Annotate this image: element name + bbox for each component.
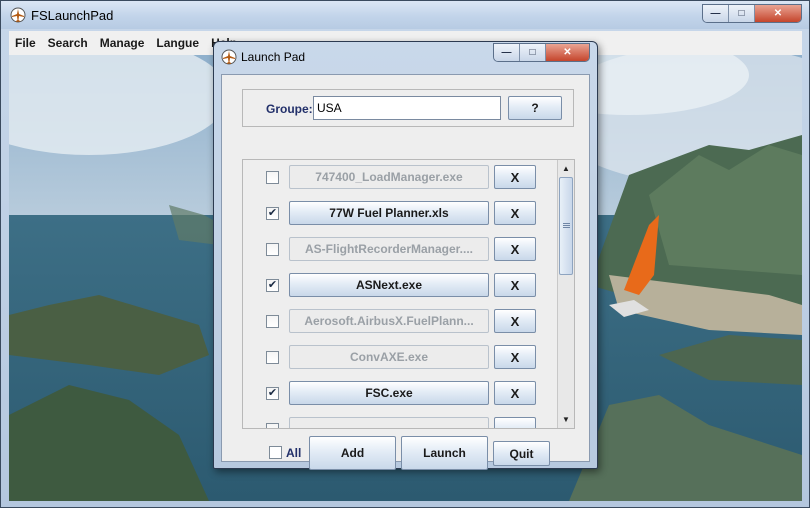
grip-line <box>563 223 570 224</box>
program-button[interactable]: ASNext.exe <box>289 273 489 297</box>
groupe-input[interactable] <box>313 96 501 120</box>
remove-item-button[interactable]: X <box>494 381 536 405</box>
scroll-thumb[interactable] <box>559 177 573 275</box>
program-button[interactable]: FSC.exe <box>289 381 489 405</box>
remove-item-button[interactable]: X <box>494 201 536 225</box>
dialog-close-button[interactable]: ✕ <box>546 44 589 61</box>
list-item: ✔ 77W Fuel Planner.xls X <box>243 196 559 232</box>
dialog-title: Launch Pad <box>241 50 306 64</box>
remove-item-button[interactable] <box>494 417 536 428</box>
program-button[interactable]: AS-FlightRecorderManager.... <box>289 237 489 261</box>
grip-line <box>563 227 570 228</box>
scroll-down-arrow-icon[interactable]: ▼ <box>558 411 574 427</box>
menu-manage[interactable]: Manage <box>94 36 151 50</box>
list-item: ConvAXE.exe X <box>243 340 559 376</box>
list-item: 747400_LoadManager.exe X <box>243 160 559 196</box>
launch-pad-dialog: Launch Pad — □ ✕ Groupe: ? 747400_LoadMa… <box>213 41 598 470</box>
dialog-window-controls: — □ ✕ <box>493 43 590 62</box>
remove-item-button[interactable]: X <box>494 273 536 297</box>
item-checkbox[interactable] <box>266 315 279 328</box>
minimize-button[interactable]: — <box>703 5 729 22</box>
list-item <box>243 412 559 428</box>
list-item: ✔ FSC.exe X <box>243 376 559 412</box>
window-title: FSLaunchPad <box>31 8 114 23</box>
program-button[interactable] <box>289 417 489 428</box>
groupe-panel: Groupe: ? <box>242 89 574 127</box>
launch-button[interactable]: Launch <box>401 436 488 470</box>
grip-line <box>563 225 570 226</box>
main-titlebar[interactable]: FSLaunchPad — □ ✕ <box>1 1 809 29</box>
program-button[interactable]: ConvAXE.exe <box>289 345 489 369</box>
remove-item-button[interactable]: X <box>494 309 536 333</box>
list-scrollbar[interactable]: ▲ ▼ <box>557 160 574 428</box>
list-item: ✔ ASNext.exe X <box>243 268 559 304</box>
scroll-up-arrow-icon[interactable]: ▲ <box>558 160 574 176</box>
close-button[interactable]: ✕ <box>755 5 801 22</box>
item-checkbox[interactable]: ✔ <box>266 387 279 400</box>
item-checkbox[interactable] <box>266 423 279 428</box>
remove-item-button[interactable]: X <box>494 237 536 261</box>
item-checkbox[interactable] <box>266 351 279 364</box>
program-button[interactable]: 747400_LoadManager.exe <box>289 165 489 189</box>
menu-search[interactable]: Search <box>42 36 94 50</box>
bottom-toolbar: All Add Launch Quit <box>242 435 575 478</box>
program-button[interactable]: 77W Fuel Planner.xls <box>289 201 489 225</box>
item-checkbox[interactable] <box>266 243 279 256</box>
quit-button[interactable]: Quit <box>493 441 550 466</box>
list-item: Aerosoft.AirbusX.FuelPlann... X <box>243 304 559 340</box>
groupe-label: Groupe: <box>266 102 313 116</box>
help-button[interactable]: ? <box>508 96 562 120</box>
dialog-content: Groupe: ? 747400_LoadManager.exe X ✔ 77W… <box>221 74 590 470</box>
remove-item-button[interactable]: X <box>494 345 536 369</box>
remove-item-button[interactable]: X <box>494 165 536 189</box>
program-rows: 747400_LoadManager.exe X ✔ 77W Fuel Plan… <box>243 160 559 428</box>
item-checkbox[interactable] <box>266 171 279 184</box>
item-checkbox[interactable]: ✔ <box>266 207 279 220</box>
main-window-controls: — □ ✕ <box>702 4 802 23</box>
all-label: All <box>286 446 302 460</box>
airplane-app-icon <box>221 49 237 65</box>
program-list: 747400_LoadManager.exe X ✔ 77W Fuel Plan… <box>242 159 575 429</box>
menu-file[interactable]: File <box>9 36 42 50</box>
all-checkbox[interactable] <box>269 446 282 459</box>
item-checkbox[interactable]: ✔ <box>266 279 279 292</box>
dialog-maximize-button[interactable]: □ <box>520 44 546 61</box>
dialog-minimize-button[interactable]: — <box>494 44 520 61</box>
maximize-button[interactable]: □ <box>729 5 755 22</box>
menu-langue[interactable]: Langue <box>150 36 205 50</box>
list-item: AS-FlightRecorderManager.... X <box>243 232 559 268</box>
add-button[interactable]: Add <box>309 436 396 470</box>
program-button[interactable]: Aerosoft.AirbusX.FuelPlann... <box>289 309 489 333</box>
airplane-app-icon <box>10 7 26 23</box>
